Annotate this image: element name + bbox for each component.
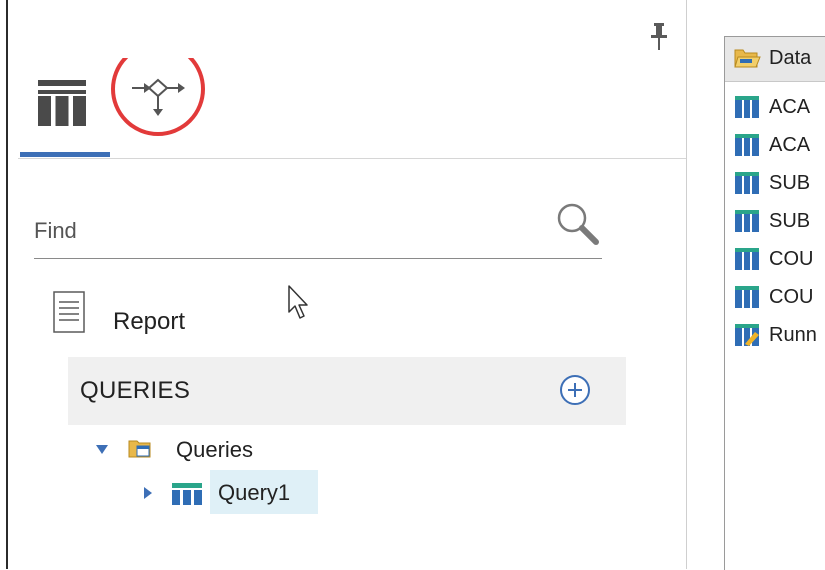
expand-triangle-icon[interactable]: [94, 442, 110, 458]
table-edit-icon: [735, 324, 759, 346]
list-item-label: COU: [769, 286, 814, 308]
list-item-label: ACA: [769, 134, 811, 156]
queries-folder-icon: [128, 440, 151, 458]
tab-data-items[interactable]: [20, 66, 110, 156]
mouse-cursor-icon: [288, 285, 308, 319]
data-source-header[interactable]: Data: [725, 37, 825, 82]
report-label: Report: [113, 308, 186, 335]
panel-divider[interactable]: [686, 0, 687, 569]
window-left-border: [6, 0, 8, 569]
search-input[interactable]: [34, 212, 534, 252]
table-icon: [735, 248, 759, 270]
query1-label: Query1: [218, 480, 291, 505]
list-item[interactable]: Runn: [725, 321, 825, 351]
table-icon: [38, 80, 86, 126]
list-item-label: COU: [769, 248, 814, 270]
search-underline: [34, 258, 602, 259]
list-item[interactable]: COU: [725, 245, 825, 275]
list-item[interactable]: ACA: [725, 93, 825, 123]
expand-triangle-icon[interactable]: [142, 485, 154, 501]
add-query-button[interactable]: [558, 373, 592, 407]
list-item-label: SUB: [769, 210, 811, 232]
tab-query-explorer[interactable]: [110, 58, 205, 156]
query-table-icon: [172, 483, 202, 505]
pin-icon[interactable]: [649, 22, 669, 52]
tab-separator: [18, 158, 686, 159]
table-icon: [735, 286, 759, 308]
table-icon: [735, 134, 759, 156]
data-source-label: Data: [769, 47, 812, 69]
folder-open-icon: [734, 49, 761, 68]
query-flow-icon: [111, 58, 205, 136]
search-placeholder: Find: [34, 218, 77, 243]
data-source-panel: Data ACA ACA SUB SUB COU COU Runn: [724, 36, 825, 570]
report-icon: [53, 291, 85, 333]
queries-folder-label: Queries: [176, 437, 254, 462]
list-item[interactable]: ACA: [725, 131, 825, 161]
list-item[interactable]: SUB: [725, 207, 825, 237]
list-item-label: SUB: [769, 172, 811, 194]
list-item-label: ACA: [769, 96, 811, 118]
queries-header-label: QUERIES: [80, 377, 191, 404]
active-tab-indicator: [20, 152, 110, 157]
table-icon: [735, 210, 759, 232]
queries-section-header: QUERIES: [68, 357, 626, 425]
table-icon: [735, 172, 759, 194]
list-item[interactable]: COU: [725, 283, 825, 313]
list-item[interactable]: SUB: [725, 169, 825, 199]
tree-item-query1[interactable]: Query1: [142, 470, 318, 514]
search-icon[interactable]: [554, 200, 604, 250]
tree-item-queries-folder[interactable]: Queries: [94, 430, 294, 470]
table-icon: [735, 96, 759, 118]
tree-item-report[interactable]: Report: [50, 290, 280, 348]
list-item-label: Runn: [769, 324, 817, 346]
